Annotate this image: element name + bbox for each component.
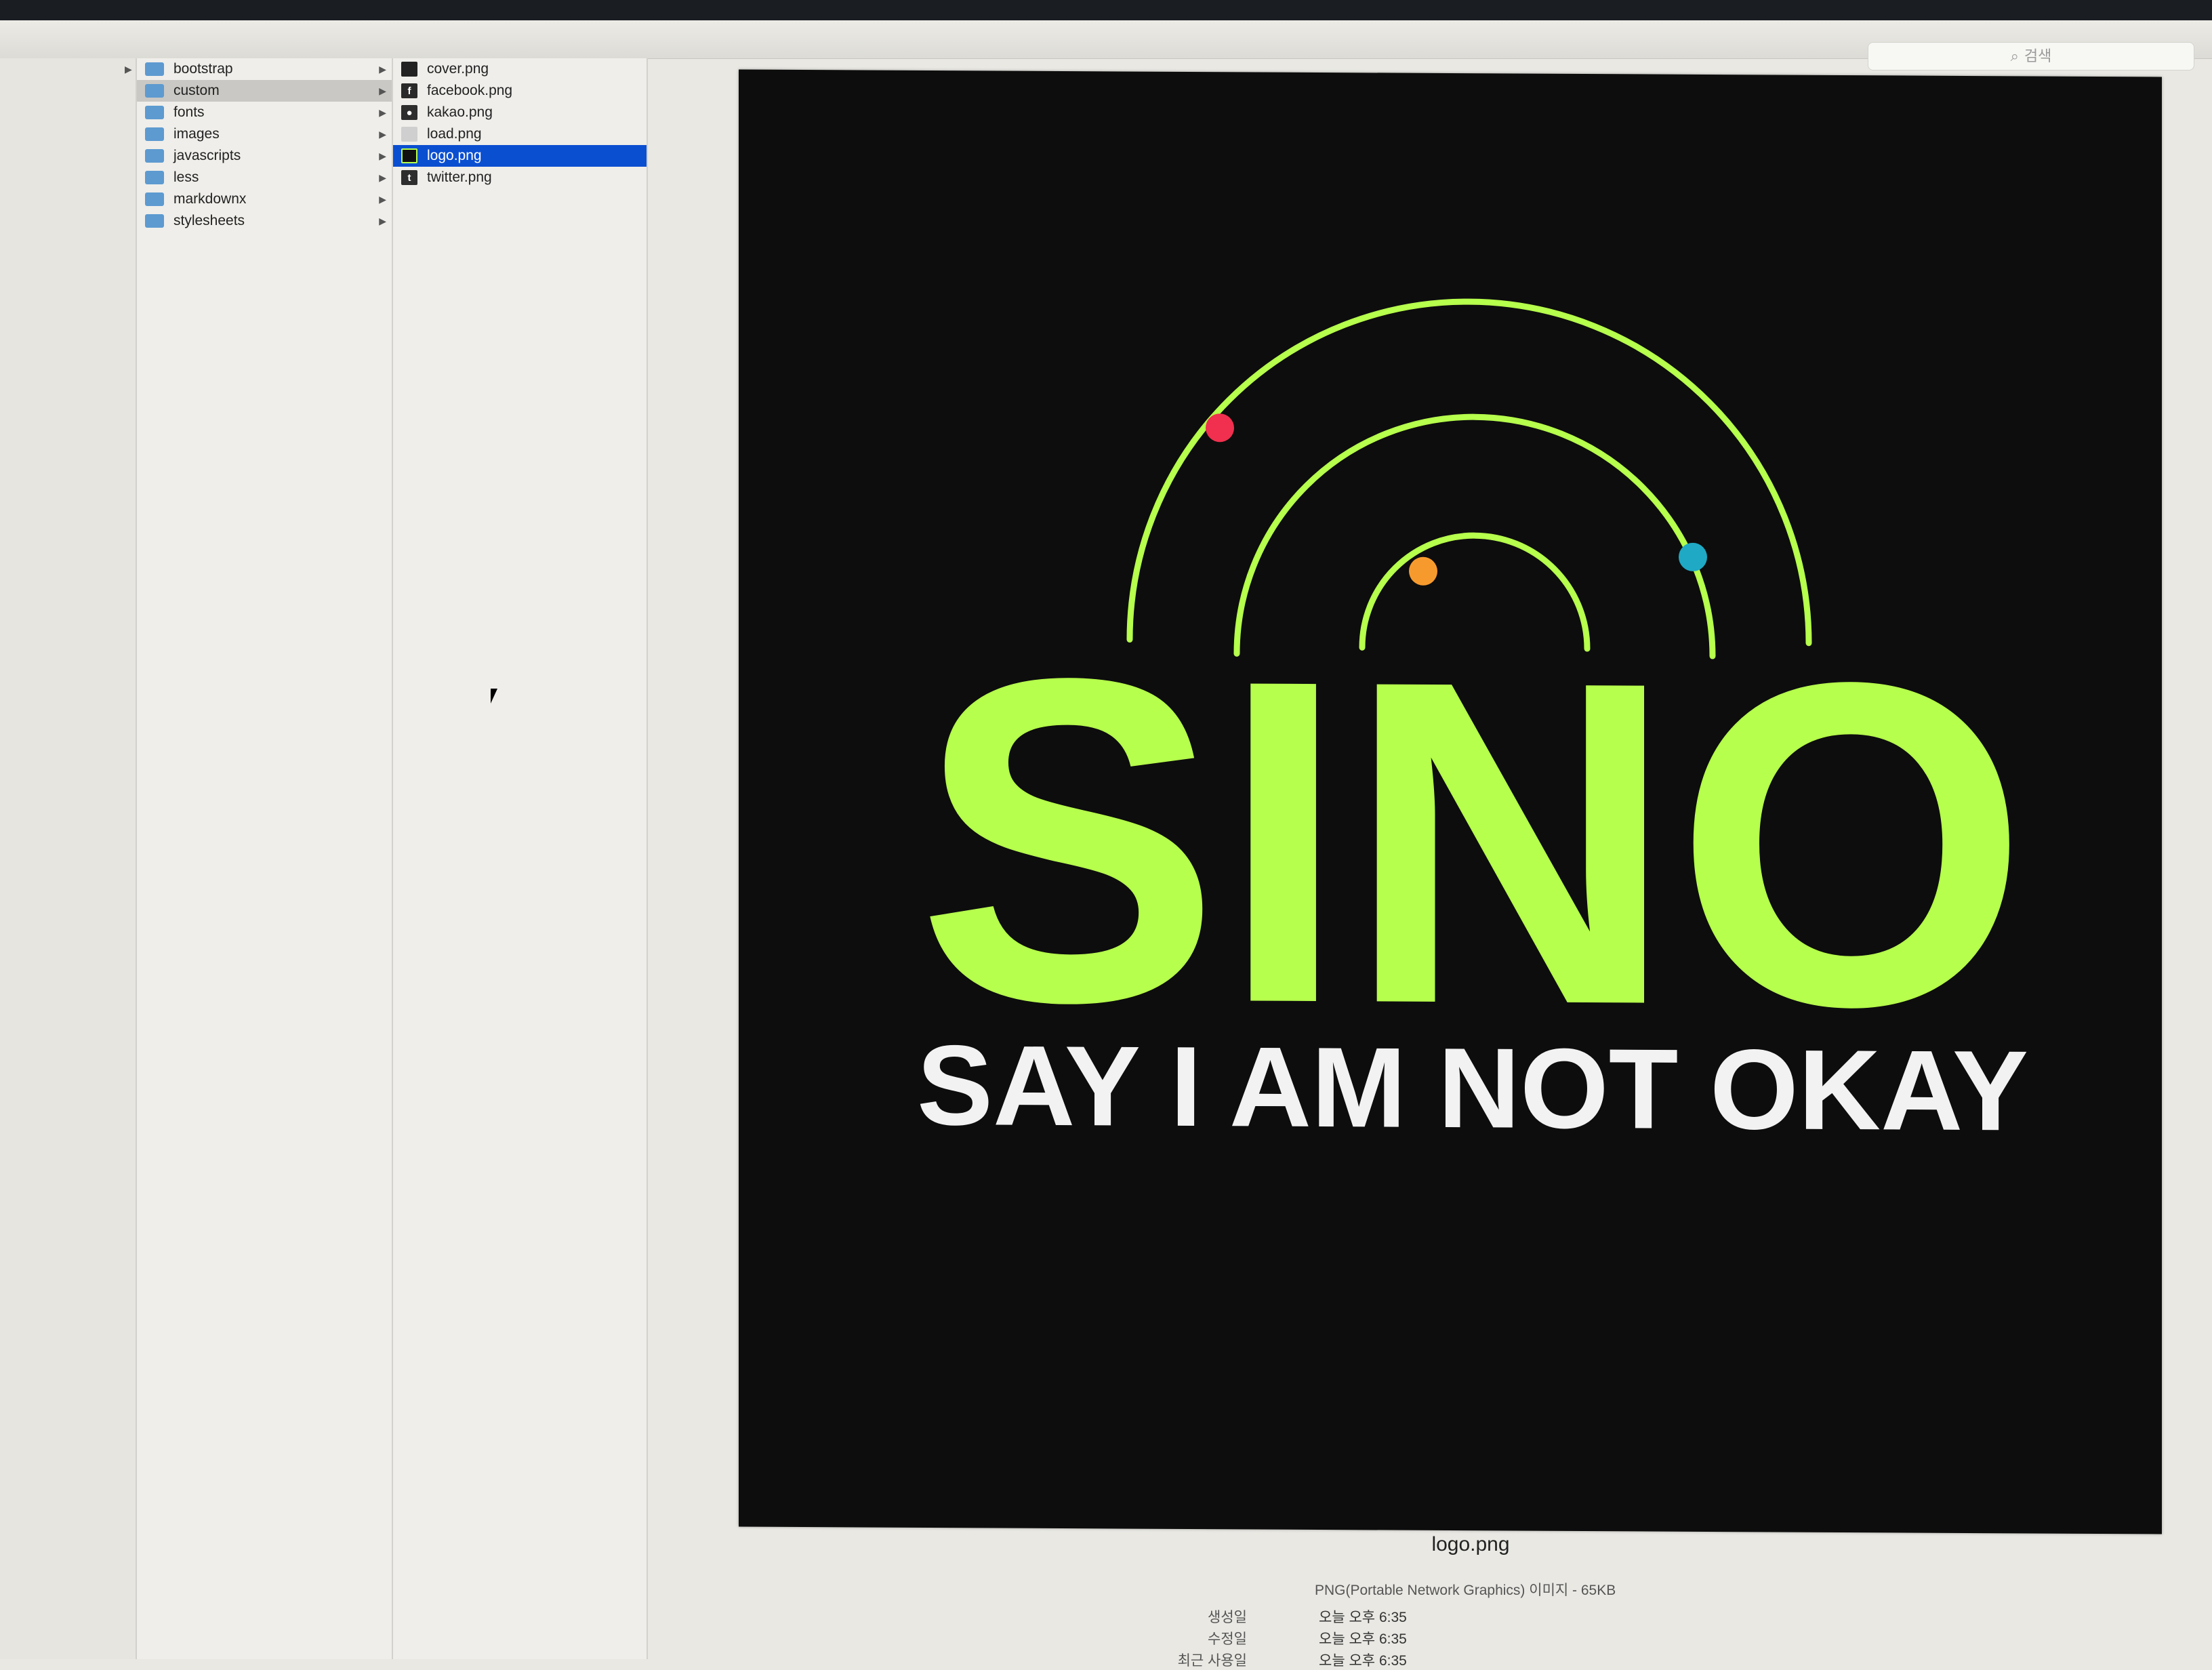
search-field[interactable]: ⌕ 검색 bbox=[1868, 42, 2194, 70]
screen-bezel bbox=[0, 0, 2212, 20]
info-row-last-opened: 최근 사용일 오늘 오후 6:35 bbox=[1084, 1650, 1694, 1670]
kakao-icon: ● bbox=[401, 105, 417, 120]
info-row-modified: 수정일 오늘 오후 6:35 bbox=[1084, 1628, 1694, 1648]
folder-item-less[interactable]: less ▶ bbox=[137, 167, 392, 188]
info-value: 오늘 오후 6:35 bbox=[1319, 1610, 1407, 1625]
search-placeholder: 검색 bbox=[2024, 47, 2052, 64]
disclosure-arrow-icon: ▶ bbox=[379, 63, 386, 75]
orange-dot bbox=[1409, 556, 1437, 586]
disclosure-arrow-icon: ▶ bbox=[379, 128, 386, 140]
info-value: 오늘 오후 6:35 bbox=[1319, 1631, 1407, 1647]
red-dot bbox=[1206, 413, 1234, 443]
folder-label: javascripts bbox=[173, 148, 241, 163]
folder-item-bootstrap[interactable]: bootstrap ▶ bbox=[137, 58, 392, 80]
folder-label: bootstrap bbox=[173, 61, 233, 77]
twitter-icon: t bbox=[401, 170, 417, 185]
info-label: 수정일 bbox=[1208, 1631, 1247, 1647]
folder-icon bbox=[145, 149, 164, 163]
preview-filename: logo.png bbox=[1431, 1533, 1510, 1555]
folder-icon bbox=[145, 192, 164, 206]
folder-item-images[interactable]: images ▶ bbox=[137, 123, 392, 145]
folder-label: markdownx bbox=[173, 191, 247, 207]
folder-label: less bbox=[173, 169, 199, 185]
file-label: load.png bbox=[427, 126, 482, 142]
disclosure-arrow-icon: ▶ bbox=[379, 193, 386, 205]
file-item-cover[interactable]: cover.png bbox=[393, 58, 647, 80]
file-label: twitter.png bbox=[427, 169, 492, 185]
disclosure-arrow-icon: ▶ bbox=[379, 85, 386, 96]
mouse-pointer-icon bbox=[491, 689, 497, 704]
image-preview: SINO SAY I AM NOT OKAY bbox=[739, 69, 2162, 1534]
file-item-kakao[interactable]: ● kakao.png bbox=[393, 102, 647, 123]
folder-label: custom bbox=[173, 83, 220, 98]
finder-column-folders[interactable]: bootstrap ▶ custom ▶ fonts ▶ images ▶ ja… bbox=[137, 58, 393, 1659]
folder-icon bbox=[145, 127, 164, 141]
folder-item-fonts[interactable]: fonts ▶ bbox=[137, 102, 392, 123]
file-item-facebook[interactable]: f facebook.png bbox=[393, 80, 647, 102]
file-label: cover.png bbox=[427, 61, 489, 77]
folder-item-stylesheets[interactable]: stylesheets ▶ bbox=[137, 210, 392, 232]
folder-item-custom[interactable]: custom ▶ bbox=[137, 80, 392, 102]
disclosure-arrow-icon: ▶ bbox=[379, 106, 386, 118]
folder-icon bbox=[145, 214, 164, 228]
finder-column-parent[interactable] bbox=[0, 58, 137, 1659]
folder-icon bbox=[145, 106, 164, 119]
image-file-icon bbox=[401, 62, 417, 77]
file-item-logo[interactable]: logo.png bbox=[393, 145, 647, 167]
file-item-twitter[interactable]: t twitter.png bbox=[393, 167, 647, 188]
folder-label: fonts bbox=[173, 104, 205, 120]
finder-column-files[interactable]: cover.png f facebook.png ● kakao.png loa… bbox=[393, 58, 648, 1659]
folder-icon bbox=[145, 171, 164, 184]
magnifier-icon: ⌕ bbox=[2010, 47, 2019, 64]
disclosure-arrow-icon: ▶ bbox=[125, 64, 132, 75]
folder-icon bbox=[145, 62, 164, 76]
folder-label: stylesheets bbox=[173, 213, 245, 228]
image-file-icon bbox=[401, 127, 417, 142]
folder-item-markdownx[interactable]: markdownx ▶ bbox=[137, 188, 392, 210]
info-row-created: 생성일 오늘 오후 6:35 bbox=[1084, 1606, 1694, 1627]
file-label: kakao.png bbox=[427, 104, 493, 120]
teal-dot bbox=[1679, 542, 1707, 571]
file-item-load[interactable]: load.png bbox=[393, 123, 647, 145]
logo-tagline: SAY I AM NOT OKAY bbox=[917, 1021, 2028, 1155]
folder-icon bbox=[145, 84, 164, 98]
file-kind: PNG(Portable Network Graphics) 이미지 - 65K… bbox=[1315, 1583, 1616, 1598]
facebook-icon: f bbox=[401, 83, 417, 98]
file-label: facebook.png bbox=[427, 83, 513, 98]
info-label: 생성일 bbox=[1208, 1610, 1247, 1625]
disclosure-arrow-icon: ▶ bbox=[379, 150, 386, 161]
info-label: 최근 사용일 bbox=[1177, 1653, 1247, 1669]
logo-artwork: SINO SAY I AM NOT OKAY bbox=[917, 298, 2028, 1155]
image-file-icon bbox=[401, 148, 417, 163]
info-value: 오늘 오후 6:35 bbox=[1319, 1653, 1407, 1669]
file-label: logo.png bbox=[427, 148, 482, 163]
disclosure-arrow-icon: ▶ bbox=[379, 171, 386, 183]
folder-item-javascripts[interactable]: javascripts ▶ bbox=[137, 145, 392, 167]
folder-label: images bbox=[173, 126, 220, 142]
disclosure-arrow-icon: ▶ bbox=[379, 215, 386, 226]
